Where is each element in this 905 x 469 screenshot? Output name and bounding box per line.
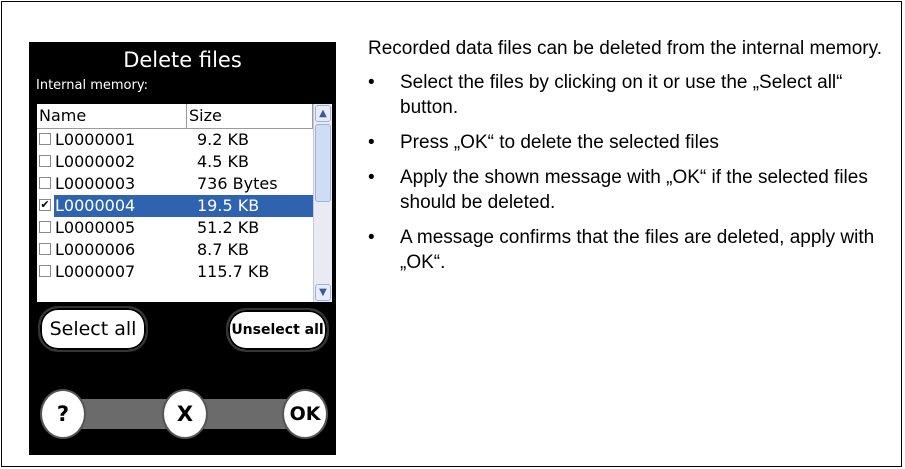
bullet-icon: • — [368, 132, 375, 153]
help-button[interactable]: ? — [40, 389, 86, 439]
file-name: L0000007 — [55, 262, 136, 281]
file-checkbox[interactable] — [39, 133, 51, 145]
list-header: Name Size — [37, 104, 313, 129]
file-checkbox[interactable] — [39, 243, 51, 255]
file-row[interactable]: L0000003 736 Bytes — [37, 173, 313, 195]
bullet-icon: • — [368, 72, 375, 93]
file-name: L0000006 — [55, 240, 136, 259]
file-size: 51.2 KB — [197, 218, 260, 237]
file-row[interactable]: L0000007 115.7 KB — [37, 261, 313, 283]
device-screen: Delete files Internal memory: Name Size … — [29, 42, 336, 455]
instruction-item: • A message confirms that the files are d… — [368, 225, 898, 275]
file-row[interactable]: L0000005 51.2 KB — [37, 217, 313, 239]
bullet-icon: • — [368, 227, 375, 248]
intro-text: Recorded data files can be deleted from … — [368, 38, 882, 59]
file-name: L0000004 — [54, 195, 187, 217]
vertical-scrollbar[interactable]: ▲ ▼ — [313, 104, 332, 302]
file-checkbox[interactable] — [39, 265, 51, 277]
instructions-panel: Recorded data files can be deleted from … — [368, 36, 898, 285]
instruction-text: Apply the shown message with „OK“ if the… — [400, 167, 868, 213]
instruction-text: Press „OK“ to delete the selected files — [400, 132, 719, 153]
instruction-list: • Select the files by clicking on it or u… — [368, 70, 898, 275]
unselect-all-button[interactable]: Unselect all — [226, 308, 329, 352]
ok-button[interactable]: OK — [282, 389, 328, 439]
file-size: 115.7 KB — [197, 262, 270, 281]
file-size: 4.5 KB — [197, 152, 249, 171]
file-rows: L0000001 9.2 KB L0000002 4.5 KB L0000003 736 … — [37, 129, 313, 283]
file-name: L0000001 — [55, 130, 136, 149]
scroll-thumb[interactable] — [315, 124, 331, 202]
file-row[interactable]: L0000006 8.7 KB — [37, 239, 313, 261]
file-checkbox[interactable] — [39, 221, 51, 233]
file-row[interactable]: ✔ L0000004 19.5 KB — [37, 195, 313, 217]
file-checkbox[interactable] — [39, 155, 51, 167]
dialog-title: Delete files — [123, 48, 242, 72]
file-row[interactable]: L0000001 9.2 KB — [37, 129, 313, 151]
file-row[interactable]: L0000002 4.5 KB — [37, 151, 313, 173]
file-name: L0000002 — [55, 152, 136, 171]
file-list[interactable]: Name Size L0000001 9.2 KB L0000002 4.5 KB L0… — [37, 104, 332, 302]
file-size: 9.2 KB — [197, 130, 249, 149]
instruction-item: • Select the files by clicking on it or u… — [368, 70, 898, 120]
file-name: L0000005 — [55, 218, 136, 237]
scroll-up-arrow-icon[interactable]: ▲ — [315, 105, 331, 122]
instruction-text: A message confirms that the files are de… — [400, 227, 875, 273]
file-size: 736 Bytes — [197, 174, 278, 193]
cancel-button[interactable]: X — [162, 389, 208, 439]
file-checkbox[interactable]: ✔ — [39, 199, 51, 211]
file-name: L0000003 — [55, 174, 136, 193]
select-all-button[interactable]: Select all — [38, 306, 148, 352]
column-header-name[interactable]: Name — [37, 104, 187, 128]
instruction-text: Select the files by clicking on it or us… — [400, 72, 843, 118]
instruction-item: • Apply the shown message with „OK“ if th… — [368, 165, 898, 215]
scroll-down-arrow-icon[interactable]: ▼ — [315, 284, 331, 301]
file-size: 8.7 KB — [197, 240, 249, 259]
column-header-size[interactable]: Size — [187, 104, 313, 128]
bullet-icon: • — [368, 167, 375, 188]
file-checkbox[interactable] — [39, 177, 51, 189]
storage-label: Internal memory: — [36, 78, 148, 93]
instruction-item: • Press „OK“ to delete the selected files — [368, 130, 898, 155]
file-size: 19.5 KB — [187, 195, 313, 217]
